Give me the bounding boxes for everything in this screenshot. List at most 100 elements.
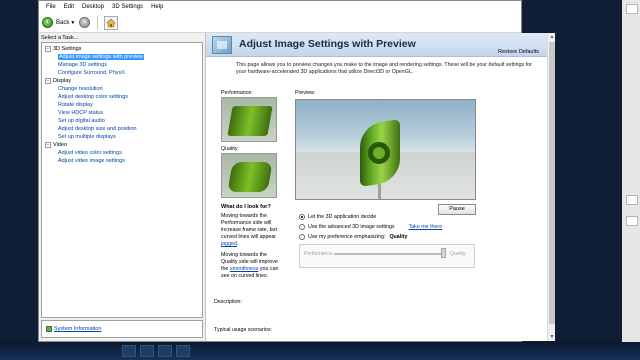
tree-item-video-image[interactable]: Adjust video image settings	[42, 157, 202, 165]
tree-group-display[interactable]: − Display	[42, 77, 202, 85]
vertical-scrollbar[interactable]: ▲ ▼	[547, 33, 555, 341]
tree-item-label[interactable]: Adjust video image settings	[58, 158, 125, 164]
pause-button[interactable]: Pause	[438, 204, 476, 215]
preference-value: Quality	[389, 234, 408, 240]
preference-slider-track[interactable]	[334, 253, 446, 255]
chevron-down-icon[interactable]: ▼	[70, 20, 75, 26]
tree-item-hdcp-status[interactable]: View HDCP status	[42, 109, 202, 117]
description-label: Description:	[214, 299, 242, 305]
window-control-icon	[626, 216, 638, 226]
tree-item-video-color[interactable]: Adjust video color settings	[42, 149, 202, 157]
tree-item-label[interactable]: Rotate display	[58, 102, 93, 108]
window-control-icon	[626, 4, 638, 14]
tree-item-label[interactable]: Manage 3D settings	[58, 62, 107, 68]
quality-thumbnail	[221, 153, 277, 198]
tree-item-multiple-displays[interactable]: Set up multiple displays	[42, 133, 202, 141]
home-button[interactable]	[104, 15, 119, 30]
tree-item-change-resolution[interactable]: Change resolution	[42, 85, 202, 93]
taskbar-app-icon[interactable]	[140, 345, 154, 357]
menu-bar: File Edit Desktop 3D Settings Help	[39, 1, 521, 13]
menu-desktop[interactable]: Desktop	[78, 4, 108, 10]
tree-item-desktop-color[interactable]: Adjust desktop color settings	[42, 93, 202, 101]
take-me-there-link[interactable]: Take me there	[409, 224, 443, 230]
performance-logo-shape	[227, 106, 273, 136]
radio-button[interactable]	[299, 234, 305, 240]
radio-let-app-decide[interactable]: Let the 3D application decide	[299, 214, 376, 220]
display-settings-icon	[212, 36, 232, 54]
tree-item-label[interactable]: View HDCP status	[58, 110, 103, 116]
smoothness-link[interactable]: smoothness	[230, 266, 259, 272]
toolbar: ‹ Back ▼ ›	[39, 13, 521, 33]
slider-quality-label: Quality	[450, 251, 466, 257]
tree-item-label[interactable]: Adjust desktop size and position	[58, 126, 137, 132]
radio-my-preference[interactable]: Use my preference emphasizing: Quality	[299, 234, 407, 240]
page-title: Adjust Image Settings with Preview	[239, 38, 416, 50]
tree-item-label[interactable]: Adjust image settings with preview	[58, 54, 145, 60]
control-panel-window: File Edit Desktop 3D Settings Help ‹ Bac…	[38, 0, 555, 342]
task-label: Select a Task...	[41, 35, 79, 41]
collapse-icon[interactable]: −	[45, 46, 51, 52]
menu-3d-settings[interactable]: 3D Settings	[108, 4, 147, 10]
performance-label: Performance:	[221, 90, 253, 96]
background-window-strip	[622, 0, 640, 360]
tree-item-label[interactable]: Adjust video color settings	[58, 150, 122, 156]
preference-slider-thumb[interactable]	[441, 248, 446, 258]
radio-advanced-settings[interactable]: Use the advanced 3D image settings Take …	[299, 224, 442, 230]
content-panel: Adjust Image Settings with Preview Resto…	[205, 33, 547, 341]
radio-button[interactable]	[299, 224, 305, 230]
forward-button[interactable]: ›	[79, 17, 91, 28]
menu-file[interactable]: File	[42, 4, 60, 10]
performance-thumbnail	[221, 97, 277, 142]
collapse-icon[interactable]: −	[45, 78, 51, 84]
quality-logo-shape	[227, 162, 273, 192]
tree-item-label[interactable]: Adjust desktop color settings	[58, 94, 128, 100]
preview-viewport[interactable]: ➤	[295, 99, 476, 200]
system-info-link[interactable]: System Information	[54, 326, 101, 332]
tree-item-label[interactable]: Set up multiple displays	[58, 134, 116, 140]
tree-item-rotate-display[interactable]: Rotate display	[42, 101, 202, 109]
preference-slider-group: Performance Quality	[299, 244, 475, 268]
radio-label: Use the advanced 3D image settings	[308, 224, 395, 230]
tree-group-3d-settings[interactable]: − 3D Settings	[42, 45, 202, 53]
tree-item-configure-surround[interactable]: Configure Surround, PhysX	[42, 69, 202, 77]
tree-group-video[interactable]: − Video	[42, 141, 202, 149]
page-description: This page allows you to preview changes …	[236, 62, 532, 75]
radio-label: Let the 3D application decide	[308, 214, 377, 220]
taskbar-app-icon[interactable]	[158, 345, 172, 357]
tree-item-adjust-image-settings[interactable]: Adjust image settings with preview	[42, 53, 202, 61]
menu-help[interactable]: Help	[147, 4, 167, 10]
system-info-icon	[46, 326, 52, 332]
tree-group-label: Display	[53, 78, 72, 84]
back-button[interactable]: ‹ Back ▼	[42, 17, 75, 28]
tree-item-label[interactable]: Set up digital audio	[58, 118, 105, 124]
radio-label: Use my preference emphasizing:	[308, 234, 386, 240]
forward-arrow-icon: ›	[79, 17, 91, 28]
tree-item-desktop-size[interactable]: Adjust desktop size and position	[42, 125, 202, 133]
task-tree: − 3D Settings Adjust image settings with…	[41, 42, 203, 318]
slider-performance-label: Performance	[304, 251, 333, 257]
tree-item-manage-3d-settings[interactable]: Manage 3D settings	[42, 61, 202, 69]
back-label: Back	[56, 19, 70, 26]
radio-button-selected[interactable]	[299, 214, 305, 220]
quality-label: Quality:	[221, 146, 239, 152]
collapse-icon[interactable]: −	[45, 142, 51, 148]
scrollbar-thumb[interactable]	[549, 42, 555, 324]
toolbar-divider	[97, 15, 99, 30]
restore-defaults-link[interactable]: Restore Defaults	[498, 49, 539, 55]
jagged-link[interactable]: jagged	[221, 241, 237, 247]
menu-edit[interactable]: Edit	[60, 4, 78, 10]
tree-item-label[interactable]: Change resolution	[58, 86, 103, 92]
page-header: Adjust Image Settings with Preview Resto…	[206, 33, 547, 57]
system-info-panel: System Information	[41, 320, 203, 338]
taskbar	[0, 342, 640, 360]
taskbar-app-icon[interactable]	[122, 345, 136, 357]
scroll-down-icon[interactable]: ▼	[548, 333, 556, 341]
tree-item-digital-audio[interactable]: Set up digital audio	[42, 117, 202, 125]
window-control-icon	[626, 195, 638, 205]
scroll-up-icon[interactable]: ▲	[548, 33, 556, 41]
logo-eye	[368, 142, 390, 164]
tree-item-label[interactable]: Configure Surround, PhysX	[58, 70, 125, 76]
tree-group-label: Video	[53, 142, 67, 148]
taskbar-app-icon[interactable]	[176, 345, 190, 357]
quality-help-text: Moving towards the Quality side will imp…	[221, 252, 283, 280]
